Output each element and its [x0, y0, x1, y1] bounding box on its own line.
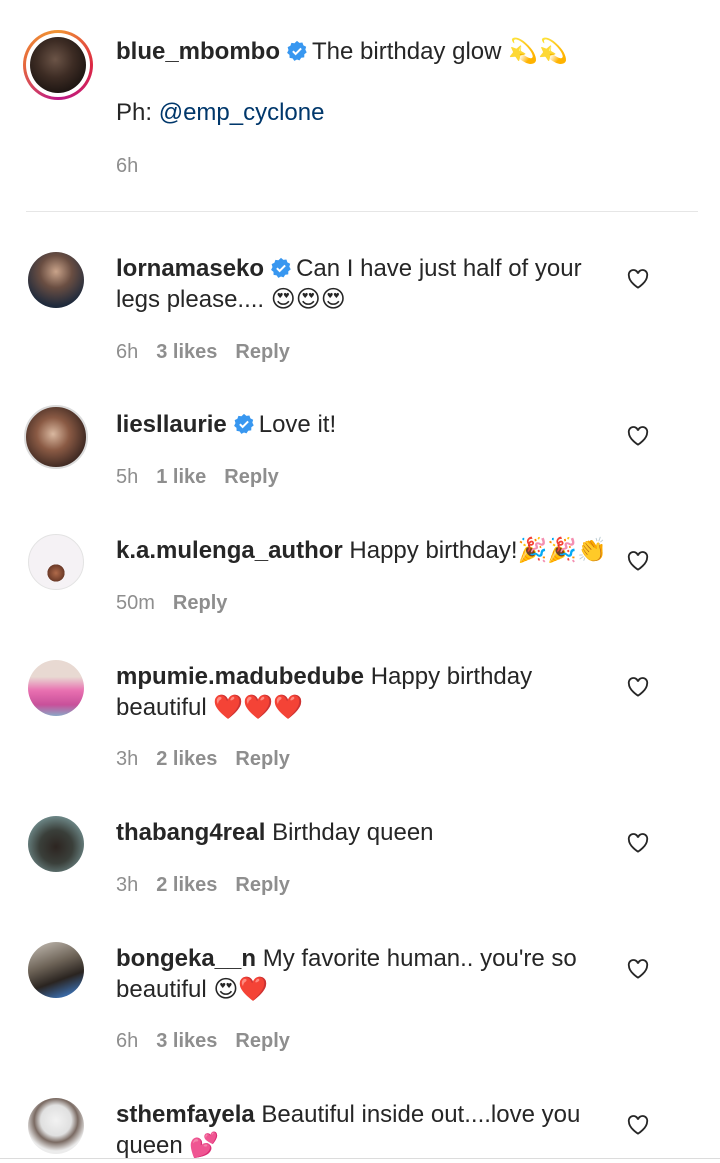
comment-text-line2: queen 💕: [116, 1132, 220, 1159]
avatar[interactable]: [28, 660, 84, 716]
post-caption: blue_mbombo The birthday glow 💫💫 Ph: @emp…: [0, 0, 720, 212]
comment-text: Happy birthday: [370, 663, 533, 690]
comment-text: Happy birthday!🎉🎉👏: [349, 537, 608, 564]
caption-username[interactable]: blue_mbombo: [116, 38, 280, 65]
avatar-logo: [46, 563, 66, 583]
comment-username[interactable]: liesllaurie: [116, 411, 227, 438]
avatar[interactable]: [28, 1098, 84, 1154]
avatar[interactable]: [28, 942, 84, 998]
avatar[interactable]: [24, 405, 88, 469]
comment-time: 6h: [116, 341, 139, 363]
verified-badge-icon: [287, 40, 307, 61]
verified-badge-icon: [271, 257, 291, 278]
reply-button[interactable]: Reply: [235, 874, 289, 896]
comment-username[interactable]: k.a.mulenga_author: [116, 537, 343, 564]
verified-badge-icon: [233, 413, 254, 434]
reply-button[interactable]: Reply: [235, 341, 289, 363]
avatar[interactable]: [28, 252, 84, 308]
comment-text: Birthday queen: [272, 819, 434, 846]
comment-text-line2: beautiful 😍❤️: [116, 976, 269, 1003]
avatar[interactable]: [28, 816, 84, 872]
comment-username[interactable]: bongeka__n: [116, 945, 256, 972]
divider: [26, 211, 698, 212]
heart-outline-icon[interactable]: [627, 959, 649, 979]
comment-likes[interactable]: 2 likes: [156, 874, 217, 896]
comment-username[interactable]: mpumie.madubedube: [116, 663, 364, 690]
comment-time: 50m: [116, 592, 155, 614]
bottom-divider: [0, 1158, 720, 1159]
comment-text-line2: beautiful ❤️❤️❤️: [116, 694, 304, 721]
heart-outline-icon[interactable]: [627, 677, 649, 697]
comment-text: Can I have just half of your: [296, 255, 582, 282]
reply-button[interactable]: Reply: [235, 1030, 289, 1052]
comment-time: 6h: [116, 1030, 139, 1052]
comment-likes[interactable]: 3 likes: [156, 341, 217, 363]
comment-likes[interactable]: 1 like: [156, 466, 206, 488]
heart-outline-icon[interactable]: [627, 269, 649, 289]
heart-outline-icon[interactable]: [627, 1115, 649, 1135]
heart-outline-icon[interactable]: [627, 551, 649, 571]
comment-time: 3h: [116, 874, 139, 896]
comment-likes[interactable]: 3 likes: [156, 1030, 217, 1052]
comment-text: My favorite human.. you're so: [262, 945, 577, 972]
heart-outline-icon[interactable]: [627, 426, 649, 446]
caption-avatar[interactable]: [23, 30, 93, 100]
comment-text: Love it!: [258, 411, 337, 438]
reply-button[interactable]: Reply: [224, 466, 278, 488]
comment-username[interactable]: thabang4real: [116, 819, 265, 846]
comment-username[interactable]: lornamaseko: [116, 255, 264, 282]
caption-credit-prefix: Ph:: [116, 99, 159, 126]
caption-credit-link[interactable]: @emp_cyclone: [159, 99, 325, 126]
comment-text-line2: legs please.... 😍😍😍: [116, 286, 346, 313]
reply-button[interactable]: Reply: [235, 748, 289, 770]
avatar[interactable]: [28, 534, 84, 590]
comment-time: 3h: [116, 748, 139, 770]
reply-button[interactable]: Reply: [173, 592, 227, 614]
comment-likes[interactable]: 2 likes: [156, 748, 217, 770]
comment-time: 5h: [116, 466, 139, 488]
caption-time: 6h: [116, 155, 139, 177]
caption-text: The birthday glow 💫💫: [312, 38, 568, 65]
heart-outline-icon[interactable]: [627, 833, 649, 853]
comment-username[interactable]: sthemfayela: [116, 1101, 255, 1128]
comment-text: Beautiful inside out....love you: [261, 1101, 581, 1128]
